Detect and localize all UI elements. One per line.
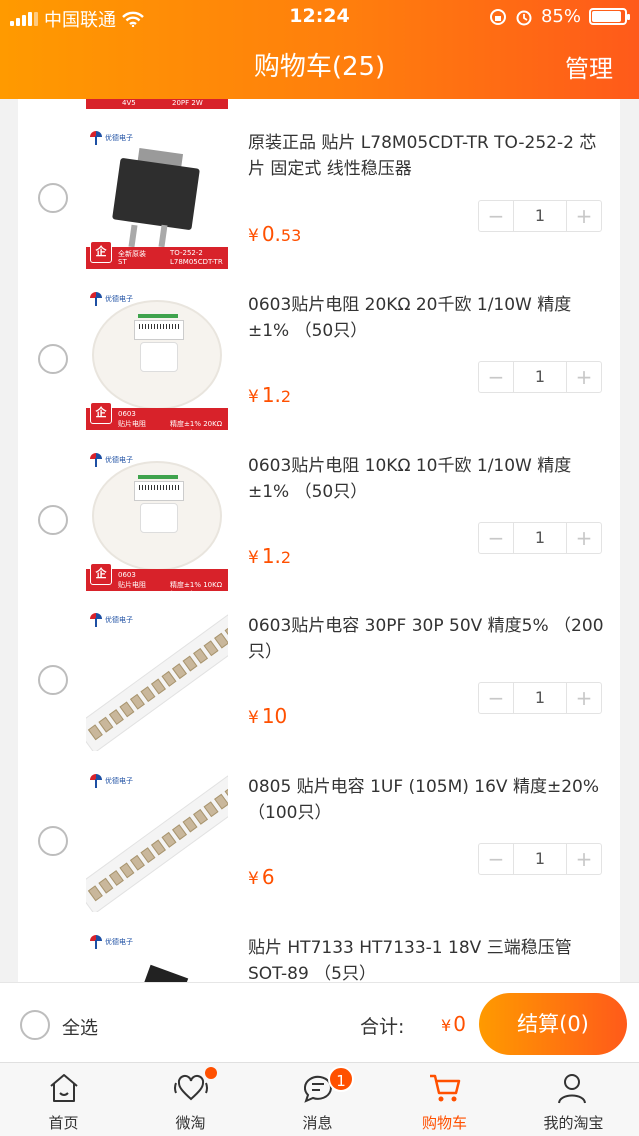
decrease-button[interactable]: − (479, 844, 513, 874)
brand-logo: 优德电子 (90, 935, 133, 949)
tab-home[interactable]: 首页 (0, 1063, 127, 1136)
header: 中国联通 12:24 85% 购物车(25) 管理 (0, 0, 639, 99)
battery-icon (589, 8, 630, 25)
product-thumbnail[interactable]: 优德电子 (86, 931, 228, 982)
checkout-button[interactable]: 结算(0) (479, 993, 627, 1055)
brand-logo: 优德电子 (90, 774, 133, 788)
product-title[interactable]: 0603贴片电阻 20KΩ 20千欧 1/10W 精度±1% （50只） (248, 292, 608, 344)
increase-button[interactable]: + (567, 523, 601, 553)
tab-weitao[interactable]: 微淘 (127, 1063, 254, 1136)
brand-logo: 优德电子 (90, 613, 133, 627)
product-banner: 企0603贴片电阻精度±1% 20KΩ (2002) (86, 402, 228, 430)
select-all-label[interactable]: 全选 (62, 1014, 98, 1040)
weitao-notification-dot (205, 1067, 217, 1079)
product-thumbnail[interactable]: 优德电子企0603贴片电阻精度±1% 10KΩ (1002) (86, 449, 228, 591)
quantity-value[interactable]: 1 (513, 362, 567, 392)
product-thumbnail[interactable]: 优德电子 (86, 770, 228, 912)
item-select-radio[interactable] (38, 665, 68, 695)
checkout-bar: 全选 合计: ¥0 结算(0) (0, 982, 639, 1062)
cart-item[interactable]: 优德电子企全新原装 ST TO-252-2 L78M05CDT-TR 原装正品 贴片 L… (18, 127, 620, 287)
tab-cart[interactable]: 购物车 (381, 1063, 508, 1136)
select-all-radio[interactable] (20, 1010, 50, 1040)
brand-logo: 优德电子 (90, 292, 133, 306)
quantity-stepper[interactable]: −1 + (478, 361, 602, 393)
decrease-button[interactable]: − (479, 523, 513, 553)
message-badge: 1 (328, 1066, 354, 1092)
quantity-value[interactable]: 1 (513, 844, 567, 874)
cart-item[interactable]: 优德电子 0805 贴片电容 1UF (105M) 16V 精度±20% （100… (18, 770, 620, 930)
product-price: ¥10 (248, 704, 288, 728)
alarm-icon (516, 10, 532, 25)
cart-icon (430, 1074, 461, 1102)
cart-item[interactable]: 优德电子企0603贴片电阻精度±1% 10KΩ (1002) 0603贴片电阻 1… (18, 449, 620, 609)
product-title[interactable]: 原装正品 贴片 L78M05CDT-TR TO-252-2 芯片 固定式 线性稳… (248, 130, 608, 182)
item-select-radio[interactable] (38, 183, 68, 213)
cart-item[interactable]: 优德电子 贴片 HT7133 HT7133-1 18V 三端稳压管 SOT-89 … (18, 931, 620, 982)
manage-button[interactable]: 管理 (565, 49, 613, 84)
status-bar: 中国联通 12:24 85% (0, 0, 639, 34)
heart-wave-icon (174, 1074, 208, 1101)
product-price: ¥1.2 (248, 544, 292, 568)
product-thumbnail[interactable]: 优德电子 (86, 609, 228, 751)
product-price: ¥0.53 (248, 222, 302, 246)
item-select-radio[interactable] (38, 505, 68, 535)
increase-button[interactable]: + (567, 201, 601, 231)
product-thumbnail[interactable]: 优德电子企0603贴片电阻精度±1% 20KΩ (2002) (86, 288, 228, 430)
decrease-button[interactable]: − (479, 362, 513, 392)
cart-item[interactable]: 优德电子企0603贴片电阻精度±1% 20KΩ (2002) 0603贴片电阻 2… (18, 288, 620, 448)
product-title[interactable]: 0603贴片电阻 10KΩ 10千欧 1/10W 精度±1% （50只） (248, 453, 608, 505)
increase-button[interactable]: + (567, 844, 601, 874)
total-price: ¥0 (441, 1012, 466, 1036)
product-title[interactable]: 0805 贴片电容 1UF (105M) 16V 精度±20% （100只） (248, 774, 608, 826)
tab-my-taobao[interactable]: 我的淘宝 (508, 1063, 639, 1136)
total-label: 合计: (360, 1016, 405, 1038)
item-select-radio[interactable] (38, 826, 68, 856)
product-price: ¥6 (248, 865, 275, 889)
product-price: ¥1.2 (248, 383, 292, 407)
decrease-button[interactable]: − (479, 683, 513, 713)
home-icon (50, 1074, 78, 1102)
tab-messages[interactable]: 消息 (254, 1063, 381, 1136)
product-banner: 企全新原装 ST TO-252-2 L78M05CDT-TR (86, 241, 228, 269)
cart-list: 4V5 20PF 2W 优德电子企全新原装 ST TO-252-2 L78M05CDT… (18, 99, 620, 982)
battery-percent: 85% (540, 6, 581, 27)
user-icon (558, 1074, 586, 1104)
quantity-stepper[interactable]: −1 + (478, 843, 602, 875)
quantity-value[interactable]: 1 (513, 683, 567, 713)
cart-item[interactable]: 优德电子 0603贴片电容 30PF 30P 50V 精度5% （200只） ¥10… (18, 609, 620, 769)
increase-button[interactable]: + (567, 683, 601, 713)
brand-logo: 优德电子 (90, 131, 133, 145)
decrease-button[interactable]: − (479, 201, 513, 231)
quantity-stepper[interactable]: −1 + (478, 522, 602, 554)
brand-logo: 优德电子 (90, 453, 133, 467)
quantity-stepper[interactable]: −1 + (478, 682, 602, 714)
product-title[interactable]: 贴片 HT7133 HT7133-1 18V 三端稳压管 SOT-89 （5只） (248, 935, 608, 982)
lock-rotation-icon (489, 8, 506, 25)
product-banner: 企0603贴片电阻精度±1% 10KΩ (1002) (86, 563, 228, 591)
quantity-value[interactable]: 1 (513, 523, 567, 553)
quantity-value[interactable]: 1 (513, 201, 567, 231)
product-title[interactable]: 0603贴片电容 30PF 30P 50V 精度5% （200只） (248, 613, 608, 665)
increase-button[interactable]: + (567, 362, 601, 392)
quantity-stepper[interactable]: −1 + (478, 200, 602, 232)
item-select-radio[interactable] (38, 344, 68, 374)
tab-bar: 首页 微淘 消息 购物车 我的淘宝 1 (0, 1062, 639, 1136)
partial-item-thumbnail: 4V5 20PF 2W (86, 99, 228, 109)
page-title: 购物车(25) (253, 52, 386, 82)
product-thumbnail[interactable]: 优德电子企全新原装 ST TO-252-2 L78M05CDT-TR (86, 127, 228, 269)
